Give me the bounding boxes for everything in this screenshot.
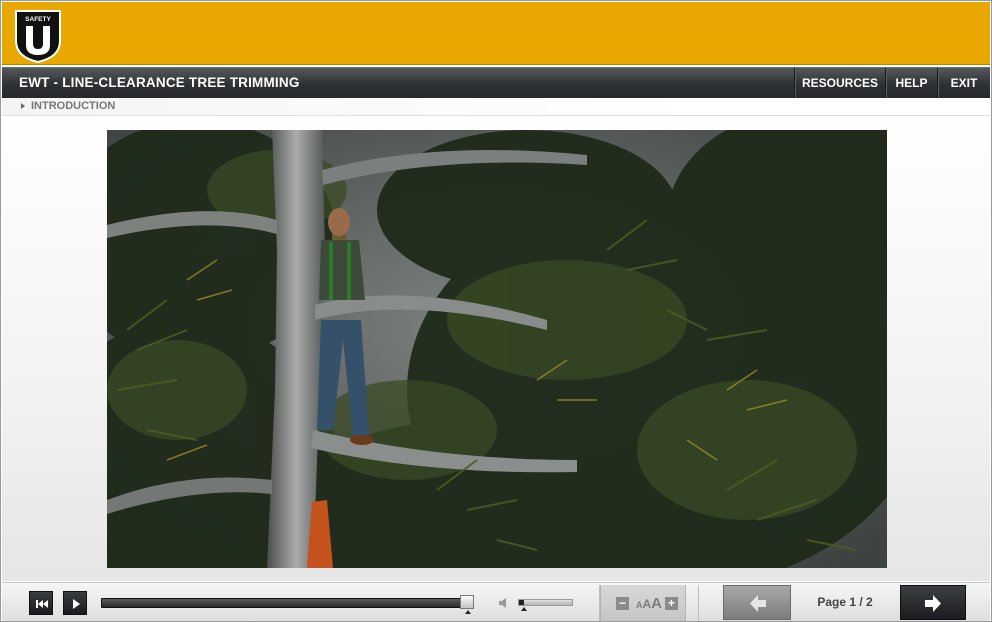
top-nav: RESOURCES HELP EXIT [794, 68, 990, 98]
speaker-icon[interactable] [498, 597, 510, 609]
play-button[interactable] [63, 591, 87, 615]
volume-slider[interactable] [518, 599, 573, 606]
seek-marker-icon [465, 610, 472, 614]
font-size-label: AAA [636, 595, 663, 612]
help-button[interactable]: HELP [885, 68, 937, 98]
page-indicator: Page 1 / 2 [817, 595, 873, 609]
volume-marker-icon [520, 607, 527, 611]
arrow-left-icon [750, 595, 766, 612]
font-increase-button[interactable]: + [665, 597, 678, 610]
svg-text:SAFETY: SAFETY [25, 16, 51, 23]
previous-page-button[interactable] [723, 585, 791, 620]
safety-u-logo: SAFETY [13, 7, 63, 64]
seek-bar[interactable] [101, 598, 469, 608]
resources-button[interactable]: RESOURCES [794, 68, 885, 98]
arrow-right-icon [925, 595, 941, 612]
caret-right-icon [21, 103, 25, 109]
play-icon [73, 599, 80, 609]
breadcrumb-label: INTRODUCTION [31, 100, 116, 112]
next-page-button[interactable] [900, 585, 966, 620]
font-decrease-button[interactable]: − [616, 597, 629, 610]
divider [698, 585, 699, 621]
seek-progress [102, 599, 468, 607]
rewind-button[interactable] [29, 591, 53, 615]
header-bar: SAFETY [2, 2, 990, 65]
seek-handle[interactable] [460, 595, 475, 609]
course-title: EWT - LINE-CLEARANCE TREE TRIMMING [19, 75, 300, 90]
player-controls: − AAA + Page 1 / 2 [2, 582, 990, 621]
breadcrumb: INTRODUCTION [2, 98, 990, 116]
font-size-control: − AAA + [600, 585, 686, 621]
volume-level [519, 600, 525, 605]
tree-trimming-scene [107, 130, 887, 568]
video-frame[interactable] [107, 130, 887, 568]
exit-button[interactable]: EXIT [937, 68, 990, 98]
course-window: SAFETY EWT - LINE-CLEARANCE TREE TRIMMIN… [0, 0, 992, 622]
title-bar: EWT - LINE-CLEARANCE TREE TRIMMING RESOU… [2, 67, 990, 98]
skip-to-start-icon [36, 600, 48, 608]
